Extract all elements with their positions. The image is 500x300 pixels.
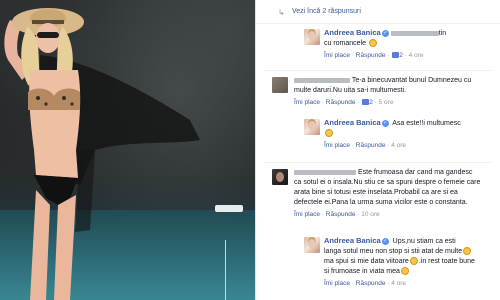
comment-text: si frumoase in viata mea	[324, 268, 400, 275]
comments-panel: ↳ Vezi încă 2 răspunsuri Andreea Banica ✓…	[255, 0, 500, 300]
like-link[interactable]: Îmi place	[324, 142, 350, 149]
reply-arrow-icon: ↳	[278, 8, 285, 17]
smiley-emoji-icon	[409, 257, 418, 266]
timestamp[interactable]: 4 ore	[409, 52, 424, 59]
divider	[264, 162, 492, 163]
comment-text: multe daruri.Nu uita sa-i multumesti.	[294, 87, 407, 94]
divider	[264, 70, 492, 71]
timestamp[interactable]: 4 ore	[391, 142, 406, 149]
verified-badge-icon: ✓	[381, 29, 389, 37]
like-link[interactable]: Îmi place	[294, 211, 320, 218]
redacted-text	[390, 30, 439, 36]
post-photo[interactable]	[0, 0, 255, 300]
reply-link[interactable]: Răspunde	[356, 142, 386, 149]
comment-text: Este frumoasa dar cand ma gandesc	[357, 169, 473, 176]
comment-author[interactable]: Andreea Banica	[324, 236, 381, 245]
like-link[interactable]: Îmi place	[324, 52, 350, 59]
timestamp[interactable]: 10 ore	[361, 211, 379, 218]
timestamp[interactable]: 5 ore	[379, 99, 394, 106]
comment-text: tin	[438, 30, 447, 37]
smiley-emoji-icon	[325, 129, 333, 138]
avatar[interactable]	[304, 119, 320, 135]
comment-reply: Andreea Banica ✓ tin cu romancele Îmi plac…	[256, 28, 500, 68]
avatar[interactable]	[304, 237, 320, 253]
comment-text: Asa este!!i multumesc	[392, 120, 461, 127]
reply-link[interactable]: Răspunde	[356, 280, 386, 287]
comment-text: Ups,nu stiam ca esti	[392, 238, 456, 245]
avatar[interactable]	[272, 77, 288, 93]
redacted-author	[294, 77, 350, 83]
reply-link[interactable]: Răspunde	[356, 52, 386, 59]
comment-text: cu romancele	[324, 40, 367, 47]
redacted-author	[294, 169, 356, 175]
more-replies-bar[interactable]: ↳ Vezi încă 2 răspunsuri	[256, 0, 500, 24]
comment-text: .in rest toate bune	[418, 258, 475, 265]
verified-badge-icon: ✓	[381, 119, 389, 127]
avatar[interactable]	[304, 29, 320, 45]
comment-text: langa sotul meu non stop si stii atat de…	[324, 248, 463, 255]
reply-link[interactable]: Răspunde	[326, 211, 356, 218]
like-count[interactable]: 2	[369, 99, 373, 106]
comment-reply: Andreea Banica ✓ Ups,nu stiam ca esti lan…	[256, 236, 500, 296]
like-count[interactable]: 2	[399, 52, 403, 59]
comment-text: ca sotul ei o insala.Nu stiu ce sa spuni…	[294, 179, 481, 186]
comment-text: defectele ei.Pana la urma suma vicilor e…	[294, 199, 468, 206]
more-replies-link[interactable]: Vezi încă 2 răspunsuri	[292, 8, 361, 15]
timestamp[interactable]: 4 ore	[391, 280, 406, 287]
reply-link[interactable]: Răspunde	[326, 99, 356, 106]
comment: Te-a binecuvantat bunul Dumnezeu cu mult…	[256, 76, 500, 114]
comment-text: Te-a binecuvantat bunul Dumnezeu cu	[351, 77, 472, 84]
photo-figure	[4, 8, 200, 300]
laughing-emoji-icon	[400, 267, 409, 276]
like-link[interactable]: Îmi place	[294, 99, 320, 106]
sweat-smile-emoji-icon	[463, 247, 472, 256]
comment-reply: Andreea Banica ✓ Asa este!!i multumesc Îm…	[256, 118, 500, 158]
comment: Este frumoasa dar cand ma gandesc ca sot…	[256, 168, 500, 226]
comment-text: arata bine si totusi este inselata.Proba…	[294, 189, 458, 196]
comment-author[interactable]: Andreea Banica	[324, 118, 381, 127]
avatar[interactable]	[272, 169, 288, 185]
verified-badge-icon: ✓	[381, 237, 389, 245]
smiley-emoji-icon	[368, 39, 377, 48]
comment-text: ma spui si mie data viitoare	[324, 258, 409, 265]
comment-author[interactable]: Andreea Banica	[324, 28, 381, 37]
like-link[interactable]: Îmi place	[324, 280, 350, 287]
